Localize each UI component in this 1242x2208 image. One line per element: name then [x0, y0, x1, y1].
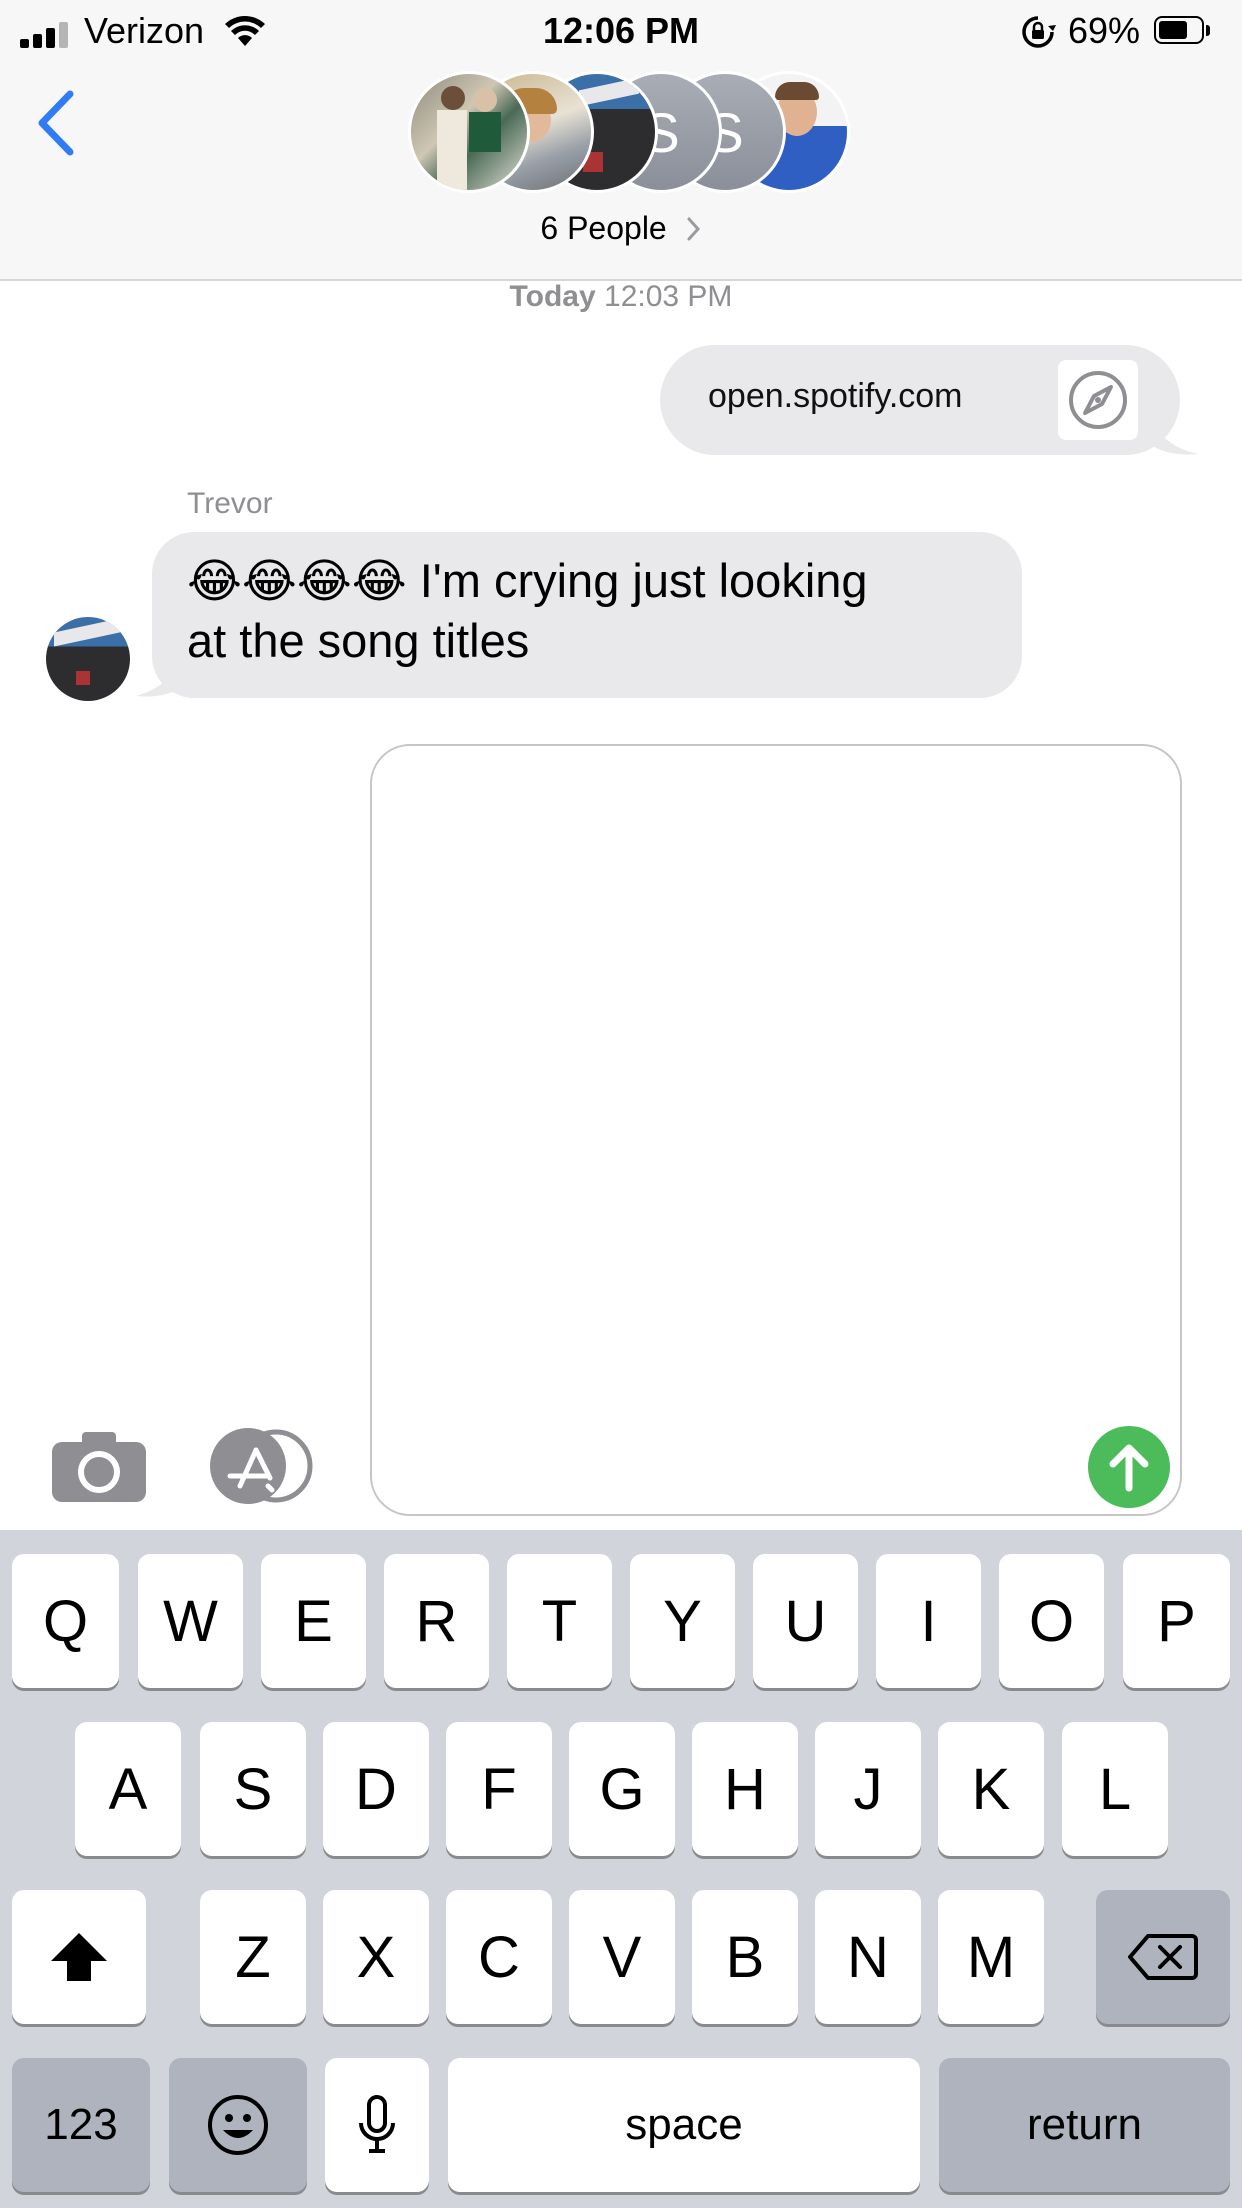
- key-g[interactable]: G: [569, 1722, 675, 1856]
- emoji-key[interactable]: [169, 2058, 307, 2192]
- key-w[interactable]: W: [138, 1554, 243, 1688]
- message-timestamp: Today 12:03 PM: [0, 280, 1242, 314]
- key-m[interactable]: M: [938, 1890, 1044, 2024]
- apps-button[interactable]: [210, 1428, 318, 1504]
- key-k[interactable]: K: [938, 1722, 1044, 1856]
- camera-icon: [52, 1432, 146, 1502]
- key-f[interactable]: F: [446, 1722, 552, 1856]
- key-p[interactable]: P: [1123, 1554, 1230, 1688]
- back-chevron-icon[interactable]: [34, 88, 78, 158]
- shift-key[interactable]: [12, 1890, 146, 2024]
- key-b[interactable]: B: [692, 1890, 798, 2024]
- battery-percent: 69%: [1068, 10, 1141, 51]
- key-s[interactable]: S: [200, 1722, 306, 1856]
- rotation-lock-icon: [1022, 16, 1056, 48]
- key-l[interactable]: L: [1062, 1722, 1168, 1856]
- key-t[interactable]: T: [507, 1554, 612, 1688]
- key-y[interactable]: Y: [630, 1554, 735, 1688]
- group-name-label: 6 People: [540, 210, 667, 246]
- message-input-field[interactable]: [370, 744, 1182, 1516]
- send-arrow-icon: [1109, 1444, 1149, 1492]
- key-c[interactable]: C: [446, 1890, 552, 2024]
- key-i[interactable]: I: [876, 1554, 981, 1688]
- key-d[interactable]: D: [323, 1722, 429, 1856]
- microphone-icon: [359, 2095, 395, 2153]
- key-j[interactable]: J: [815, 1722, 921, 1856]
- send-button[interactable]: [1088, 1426, 1170, 1508]
- key-o[interactable]: O: [999, 1554, 1104, 1688]
- message-text-line1: 😂😂😂😂 I'm crying just looking: [187, 554, 868, 607]
- key-h[interactable]: H: [692, 1722, 798, 1856]
- key-x[interactable]: X: [323, 1890, 429, 2024]
- chevron-right-icon: [687, 217, 700, 241]
- bubble-tail: [1150, 410, 1198, 455]
- avatar-photo-couple: [408, 71, 530, 193]
- battery-icon: [1154, 16, 1212, 46]
- shift-icon: [51, 1933, 107, 1981]
- return-key[interactable]: return: [939, 2058, 1230, 2192]
- conversation-header: Verizon 12:06 PM 69% S S 6 People: [0, 0, 1242, 281]
- numbers-key[interactable]: 123: [12, 2058, 150, 2192]
- key-e[interactable]: E: [261, 1554, 366, 1688]
- key-q[interactable]: Q: [12, 1554, 119, 1688]
- message-text-line2: at the song titles: [187, 614, 530, 667]
- key-a[interactable]: A: [75, 1722, 181, 1856]
- timestamp-day: Today: [509, 280, 596, 313]
- space-key[interactable]: space: [448, 2058, 920, 2192]
- sender-name: Trevor: [187, 487, 273, 520]
- key-z[interactable]: Z: [200, 1890, 306, 2024]
- app-store-icon: [210, 1428, 313, 1504]
- camera-button[interactable]: [52, 1430, 146, 1502]
- keyboard: Q W E R T Y U I O P A S D F G H J K L Z …: [0, 1530, 1242, 2208]
- link-preview-thumb: [1058, 360, 1138, 440]
- key-v[interactable]: V: [569, 1890, 675, 2024]
- link-text[interactable]: open.spotify.com: [708, 377, 963, 416]
- delete-key[interactable]: [1096, 1890, 1230, 2024]
- sender-avatar[interactable]: [46, 617, 130, 701]
- key-n[interactable]: N: [815, 1890, 921, 2024]
- key-u[interactable]: U: [753, 1554, 858, 1688]
- compass-icon: [1069, 371, 1127, 429]
- group-name-button[interactable]: 6 People: [0, 210, 1242, 247]
- emoji-icon: [208, 2095, 268, 2155]
- delete-icon: [1128, 1934, 1198, 1980]
- key-r[interactable]: R: [384, 1554, 489, 1688]
- dictation-key[interactable]: [325, 2058, 429, 2192]
- timestamp-time: 12:03 PM: [604, 280, 733, 313]
